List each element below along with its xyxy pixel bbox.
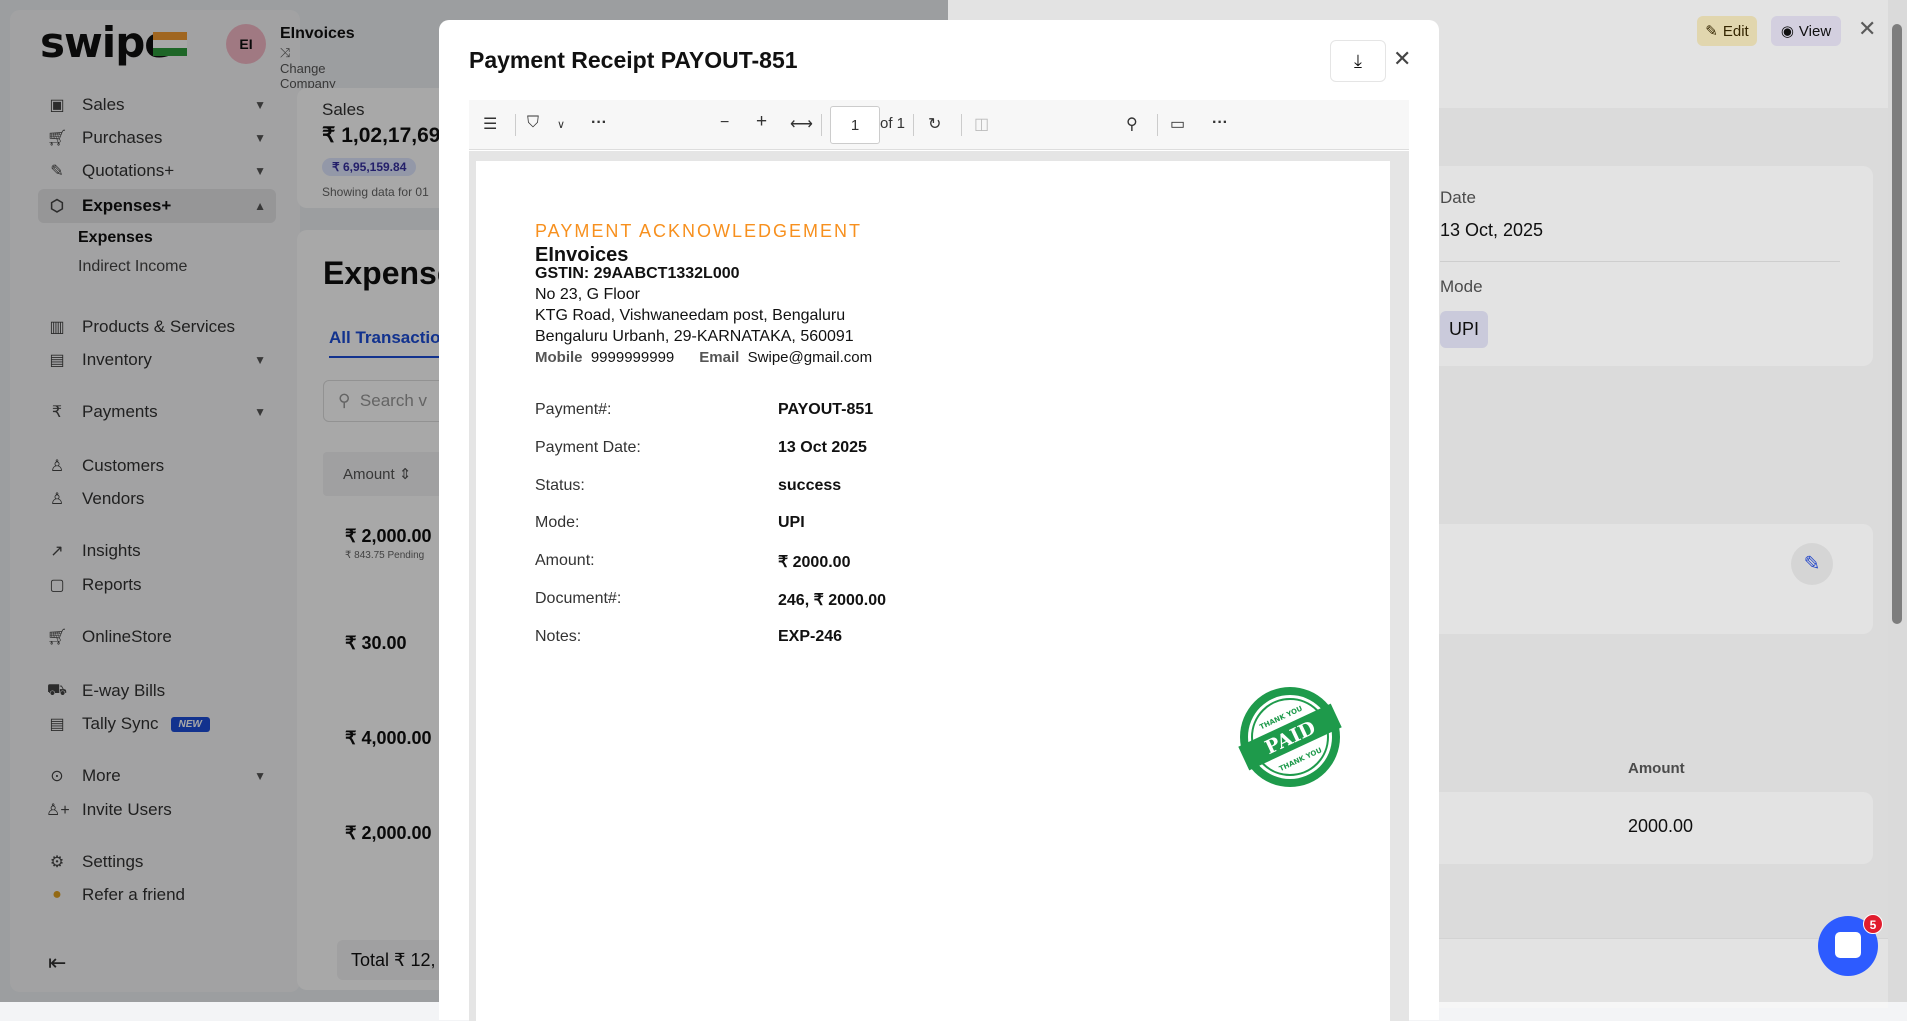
chat-button[interactable]: 5 [1818,914,1883,976]
email-label: Email [699,349,740,366]
field-value: ₹ 2000.00 [778,554,851,571]
chat-icon [1835,932,1861,958]
divider [1157,114,1158,136]
outline-icon[interactable]: ☰ [483,114,497,134]
divider [913,114,914,136]
divider [821,114,822,136]
zoom-out-icon[interactable]: − [720,114,729,132]
mobile-value: 9999999999 [590,349,675,366]
pdf-toolbar: ☰ ⛉ ∨ ··· − + ⟷ 1 of 1 ↻ ◫ ⚲ ▭ ··· [469,100,1409,150]
page-count: of 1 [880,115,906,132]
field-label: Mode: [535,514,580,531]
field-value: EXP-246 [778,628,843,645]
field-value: PAYOUT-851 [778,401,874,418]
field-label: Payment Date: [535,439,641,456]
field-value: 13 Oct 2025 [778,439,867,456]
field-label: Payment#: [535,401,612,418]
address-line: No 23, G Floor [535,286,640,303]
highlighter-icon[interactable]: ⛉ [527,114,539,132]
field-value: success [778,477,842,494]
field-label: Status: [535,477,585,494]
pdf-viewer: PAYMENT ACKNOWLEDGEMENT EInvoices GSTIN:… [469,151,1409,1021]
field-value: UPI [778,514,805,531]
page-view-icon[interactable]: ◫ [974,114,989,134]
field-label: Amount: [535,552,595,569]
rotate-icon[interactable]: ↻ [928,114,941,134]
divider [515,114,516,136]
mobile-label: Mobile [535,349,583,366]
modal-title: Payment Receipt PAYOUT-851 [469,47,798,73]
field-value: 246, ₹ 2000.00 [778,592,887,609]
close-modal-icon[interactable]: ✕ [1393,46,1411,72]
pdf-page: PAYMENT ACKNOWLEDGEMENT EInvoices GSTIN:… [476,161,1390,1021]
download-icon: ⤓ [1354,50,1362,71]
payment-receipt-modal: Payment Receipt PAYOUT-851 ⤓ ✕ ☰ ⛉ ∨ ···… [439,20,1439,1021]
address-line: Bengaluru Urbanh, 29-KARNATAKA, 560091 [535,328,854,345]
more-options-icon[interactable]: ··· [591,114,607,132]
receipt-company: EInvoices [535,244,629,266]
search-icon[interactable]: ⚲ [1126,114,1138,134]
divider [961,114,962,136]
chevron-down-icon[interactable]: ∨ [557,118,565,131]
field-label: Document#: [535,590,622,607]
contact-line: Mobile 9999999999 Email Swipe@gmail.com [535,349,872,366]
save-icon[interactable]: ▭ [1170,114,1185,134]
email-value: Swipe@gmail.com [747,349,873,366]
receipt-gstin: GSTIN: 29AABCT1332L000 [535,265,740,282]
receipt-heading: PAYMENT ACKNOWLEDGEMENT [535,221,863,241]
paid-stamp: PAID THANK YOU THANK YOU [1238,687,1342,787]
page-number-input[interactable]: 1 [830,106,880,144]
fit-width-icon[interactable]: ⟷ [790,114,813,134]
zoom-in-icon[interactable]: + [756,111,767,133]
address-line: KTG Road, Vishwaneedam post, Bengaluru [535,307,846,324]
chat-unread-badge: 5 [1863,914,1883,934]
more-icon[interactable]: ··· [1212,114,1228,132]
download-button[interactable]: ⤓ [1330,40,1386,82]
field-label: Notes: [535,628,582,645]
